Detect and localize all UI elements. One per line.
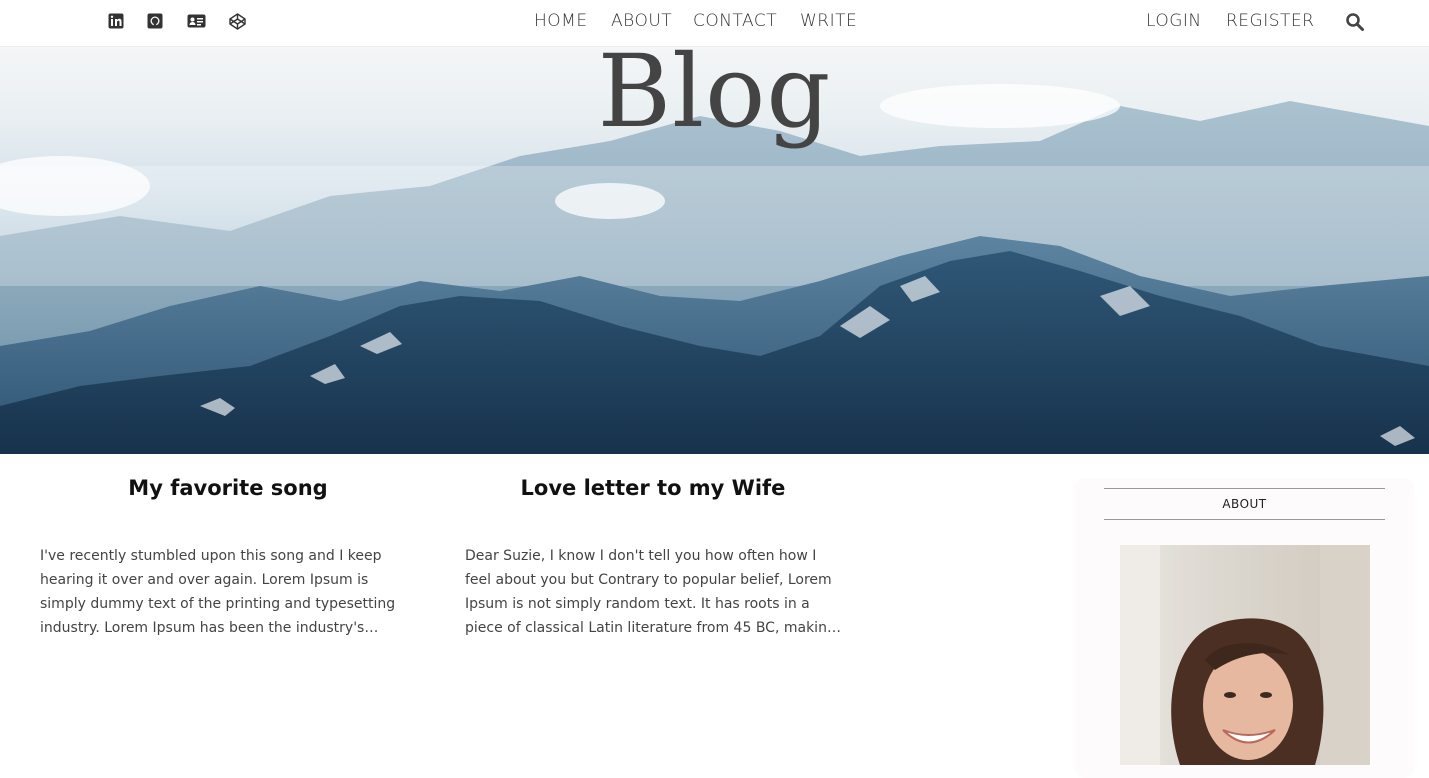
post-excerpt: Dear Suzie, I know I don't tell you how … <box>465 548 836 636</box>
nav-contact[interactable]: CONTACT <box>693 11 777 31</box>
sidebar-title: ABOUT <box>1104 488 1385 520</box>
nav-login[interactable]: LOGIN <box>1146 11 1202 31</box>
codepen-icon[interactable] <box>229 13 247 31</box>
post-excerpt: I've recently stumbled upon this song an… <box>40 548 396 636</box>
post-title[interactable]: Love letter to my Wife <box>465 476 841 500</box>
top-bar: HOME ABOUT CONTACT WRITE LOGIN REGISTER <box>0 0 1429 47</box>
sidebar: ABOUT <box>1075 478 1414 778</box>
nav-about[interactable]: ABOUT <box>611 11 672 31</box>
post-title[interactable]: My favorite song <box>40 476 416 500</box>
hero-banner: Blog <box>0 46 1429 454</box>
github-icon[interactable] <box>147 13 165 31</box>
nav-register[interactable]: REGISTER <box>1226 11 1314 31</box>
nav-write[interactable]: WRITE <box>800 11 857 31</box>
page-title: Blog <box>597 46 832 150</box>
contact-card-icon[interactable] <box>187 13 207 31</box>
post-card[interactable]: Love letter to my Wife Dear Suzie, I kno… <box>465 476 841 640</box>
linkedin-icon[interactable] <box>108 13 126 31</box>
author-photo <box>1120 545 1370 765</box>
search-icon[interactable] <box>1345 12 1365 32</box>
post-card[interactable]: My favorite song I've recently stumbled … <box>40 476 416 640</box>
nav-home[interactable]: HOME <box>534 11 588 31</box>
